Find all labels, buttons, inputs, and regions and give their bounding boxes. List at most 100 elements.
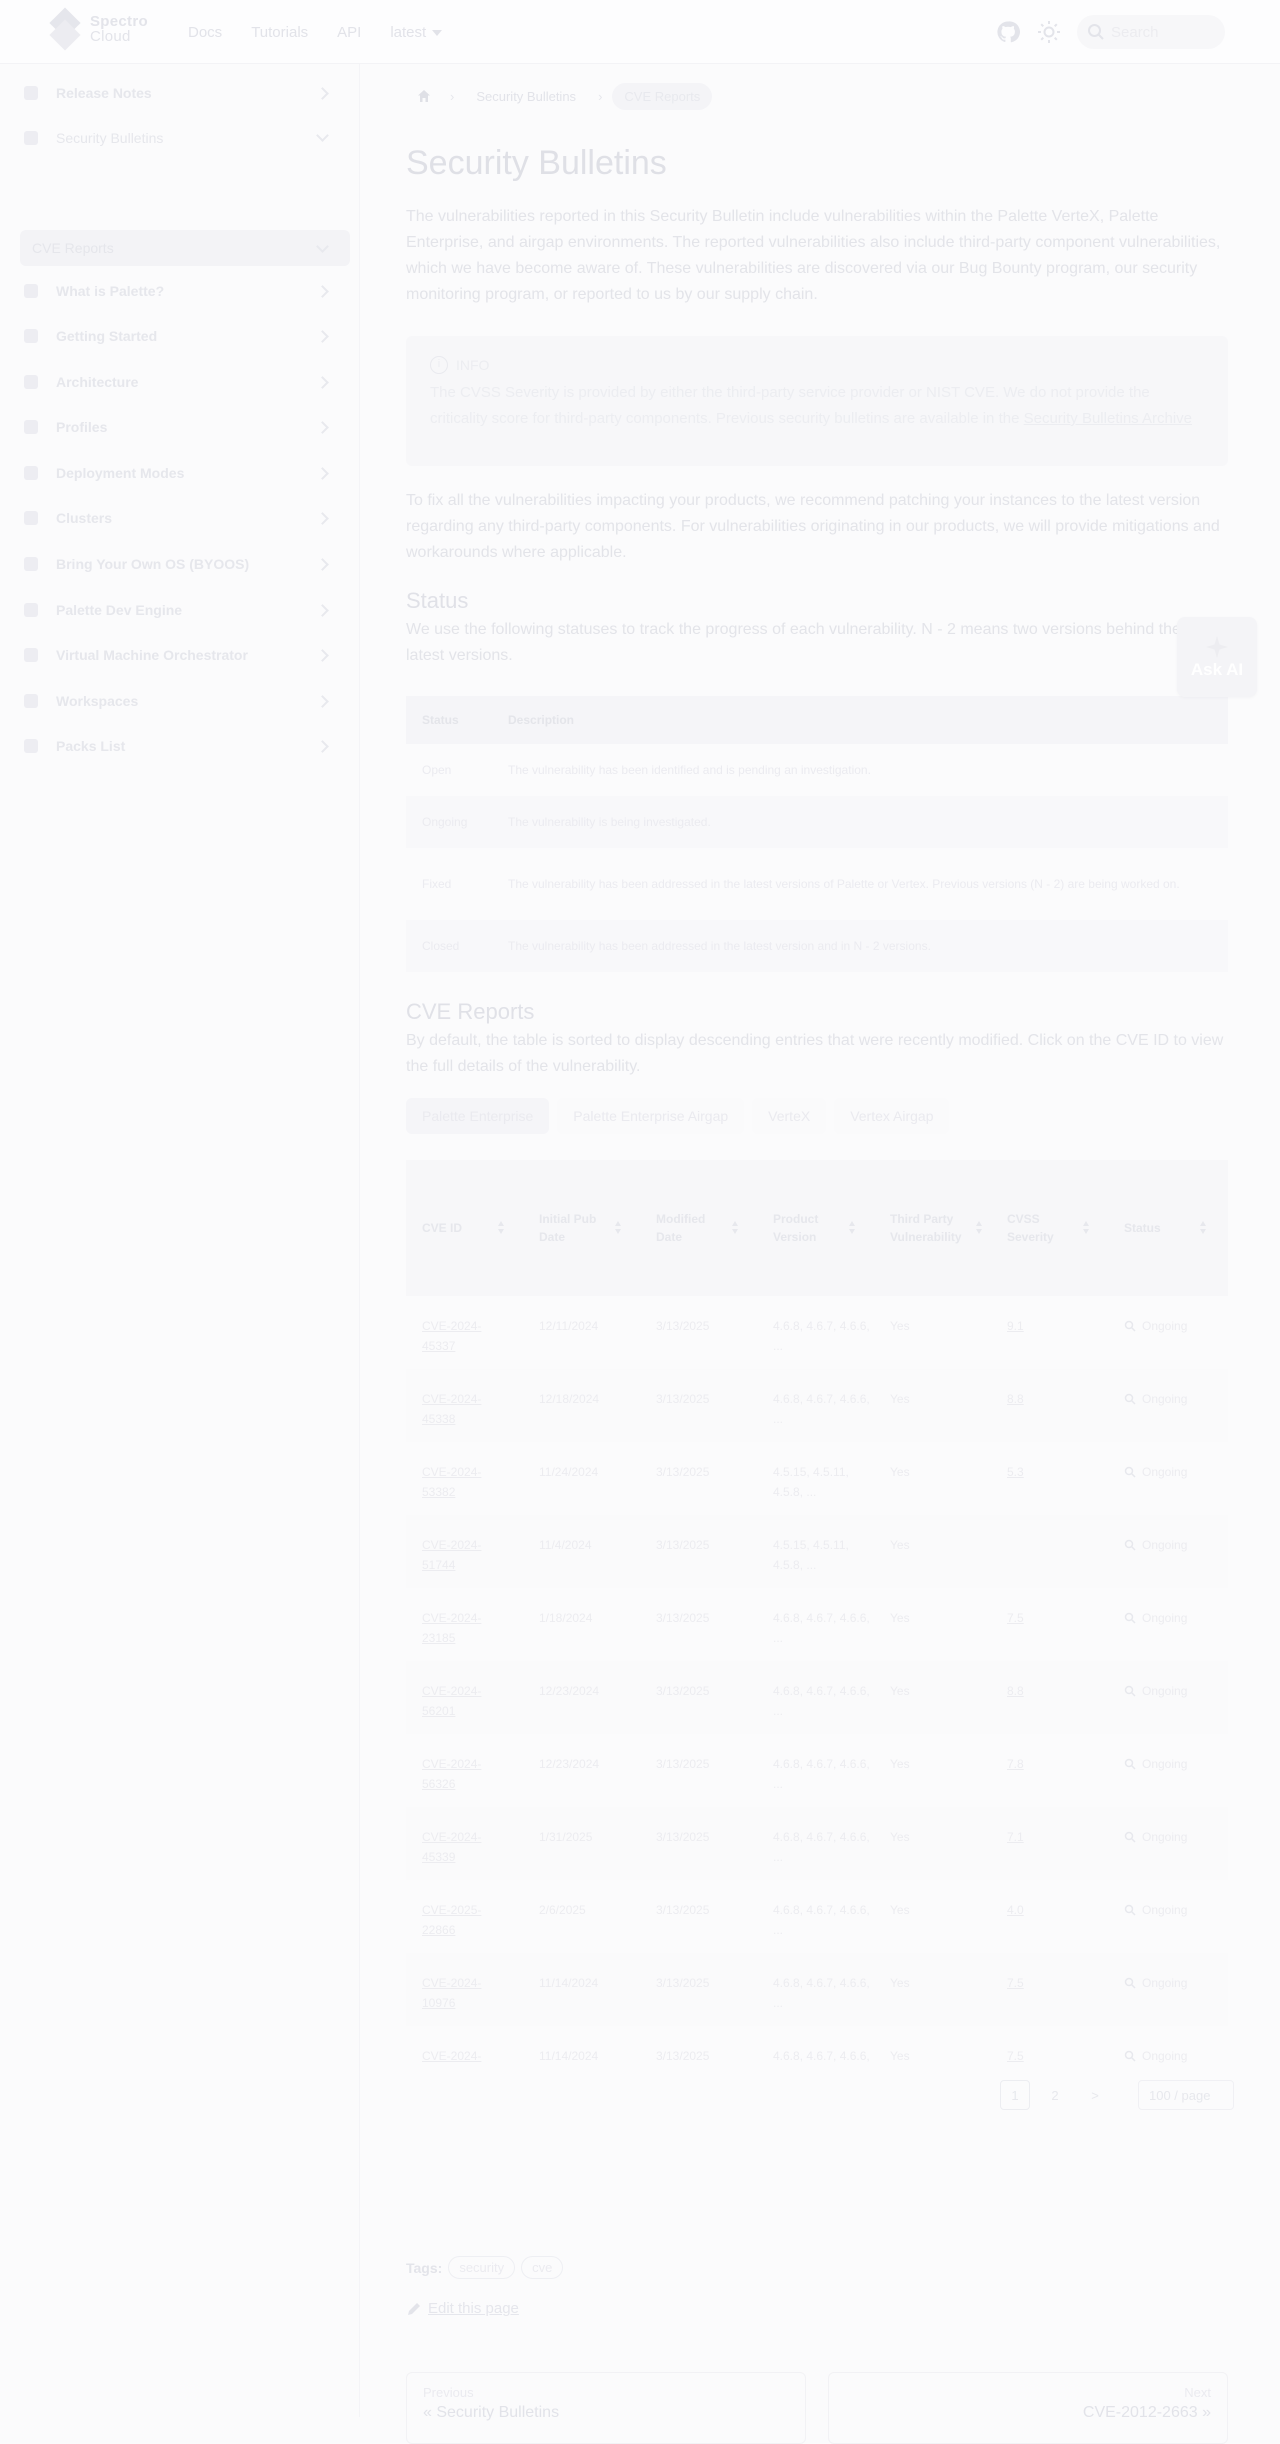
tag-cve[interactable]: cve <box>521 2256 564 2279</box>
sidebar-item-palette-dev-engine[interactable]: Palette Dev Engine <box>0 589 352 631</box>
sidebar-item-architecture[interactable]: Architecture <box>0 361 352 403</box>
header-status[interactable]: Status <box>1124 1160 1194 1296</box>
sidebar-item-label: Palette Dev Engine <box>56 602 183 618</box>
cvss-severity-cell[interactable]: 7.5 <box>1007 1608 1067 1628</box>
sidebar-item-what-is-palette[interactable]: What is Palette? <box>0 270 352 312</box>
modified-date-cell: 3/13/2025 <box>656 1684 710 1698</box>
header-product-version[interactable]: Product Version <box>773 1160 843 1296</box>
initial-pub-date-cell: 11/14/2024 <box>539 1976 599 1990</box>
next-page-button[interactable]: > <box>1080 2080 1110 2110</box>
status-table-header: Status Description <box>406 696 1228 744</box>
sidebar-item-clusters[interactable]: Clusters <box>0 497 352 539</box>
cve-id-cell[interactable]: CVE-2024-53382 <box>422 1462 492 1502</box>
cve-id-cell[interactable]: CVE-2024-51744 <box>422 1535 492 1575</box>
cvss-severity-cell[interactable]: 7.8 <box>1007 1754 1067 1774</box>
breadcrumb-security-bulletins[interactable]: Security Bulletins <box>464 83 588 110</box>
nav-api-link[interactable]: API <box>337 24 361 41</box>
security-bulletins-archive-link[interactable]: Security Bulletins Archive <box>1024 410 1192 427</box>
home-icon[interactable] <box>408 82 440 110</box>
product-version-cell: 4.5.15, 4.5.11, 4.5.8, ... <box>773 1538 849 1572</box>
cvss-severity-cell[interactable]: 4.0 <box>1007 1900 1067 1920</box>
header-cvss-severity[interactable]: CVSS Severity <box>1007 1160 1077 1296</box>
page-size-select[interactable]: 100 / page <box>1138 2080 1234 2110</box>
description-cell: The vulnerability has been addressed in … <box>508 939 931 953</box>
tag-security[interactable]: security <box>448 2256 516 2279</box>
sort-icon[interactable] <box>1200 1220 1206 1236</box>
cve-id-cell[interactable]: CVE-2024-45338 <box>422 1389 492 1429</box>
tab-vertex[interactable]: VerteX <box>752 1098 827 1134</box>
sort-icon[interactable] <box>849 1220 855 1236</box>
cvss-severity-cell[interactable]: 9.1 <box>1007 1316 1067 1336</box>
chevron-right-icon <box>316 648 329 662</box>
chevron-down-icon <box>432 29 443 36</box>
third-party-cell: Yes <box>890 1757 910 1771</box>
cve-id-cell[interactable]: CVE-2024-45339 <box>422 1827 492 1867</box>
table-row: CVE-2024-45339 1/31/2025 3/13/2025 4.6.8, 4… <box>406 1807 1228 1880</box>
version-dropdown[interactable]: latest <box>390 24 443 41</box>
sidebar-item-label: Packs List <box>56 738 126 754</box>
sort-icon[interactable] <box>615 1220 621 1236</box>
sidebar-item-profiles[interactable]: Profiles <box>0 406 352 448</box>
sidebar: Release Notes Security Bulletins CVE Rep… <box>0 64 360 2417</box>
cve-id-cell[interactable]: CVE-2024-56326 <box>422 1754 492 1794</box>
header-modified-date[interactable]: Modified Date <box>656 1160 726 1296</box>
cvss-severity-cell[interactable]: 7.5 <box>1007 2046 1067 2066</box>
tab-palette-enterprise-airgap[interactable]: Palette Enterprise Airgap <box>557 1098 745 1134</box>
cvss-severity-cell[interactable]: 7.5 <box>1007 1973 1067 1993</box>
cve-id-cell[interactable]: CVE-2024-23185 <box>422 1608 492 1648</box>
search-button[interactable]: Search <box>1077 15 1225 49</box>
sidebar-subitem-cve-reports[interactable]: CVE Reports <box>20 230 350 266</box>
sidebar-item-security-bulletins[interactable]: Security Bulletins <box>0 117 352 159</box>
sort-icon[interactable] <box>1083 1220 1089 1236</box>
sidebar-item-getting-started[interactable]: Getting Started <box>0 315 352 357</box>
sidebar-item-vmo[interactable]: Virtual Machine Orchestrator <box>0 634 352 676</box>
page-2-button[interactable]: 2 <box>1040 2080 1070 2110</box>
cve-id-cell[interactable]: CVE-2024-56201 <box>422 1681 492 1721</box>
sort-icon[interactable] <box>732 1220 738 1236</box>
cvss-severity-cell[interactable]: 7.1 <box>1007 1827 1067 1847</box>
header-third-party[interactable]: Third Party Vulnerability <box>890 1160 970 1296</box>
nav-tutorials-link[interactable]: Tutorials <box>251 24 308 41</box>
sort-icon[interactable] <box>976 1220 982 1236</box>
nav-docs-link[interactable]: Docs <box>188 24 222 41</box>
sidebar-item-deployment-modes[interactable]: Deployment Modes <box>0 452 352 494</box>
sidebar-item-byoos[interactable]: Bring Your Own OS (BYOOS) <box>0 543 352 585</box>
cve-id-cell[interactable]: CVE-2025-22866 <box>422 1900 492 1940</box>
table-row: CVE-2024-23185 1/18/2024 3/13/2025 4.6.8, 4… <box>406 1588 1228 1661</box>
ask-ai-button[interactable]: Ask AI <box>1177 617 1257 697</box>
cvss-severity-cell[interactable]: 8.8 <box>1007 1389 1067 1409</box>
tab-vertex-airgap[interactable]: Vertex Airgap <box>834 1098 950 1134</box>
next-label: Next <box>1184 2385 1211 2400</box>
table-row: CVE-2024-51744 11/4/2024 3/13/2025 4.5.15, … <box>406 1515 1228 1588</box>
header-initial-pub-date[interactable]: Initial Pub Date <box>539 1160 609 1296</box>
sidebar-item-packs-list[interactable]: Packs List <box>0 725 352 767</box>
magnifier-icon <box>1124 1393 1136 1405</box>
status-cell: Ongoing <box>1124 1827 1214 1847</box>
table-row: CVE-2024-10977 11/14/2024 3/13/2025 4.6.8, … <box>406 2026 1228 2068</box>
product-tabs: Palette Enterprise Palette Enterprise Ai… <box>406 1098 950 1134</box>
theme-toggle-icon[interactable] <box>1037 20 1061 44</box>
chevron-right-icon <box>316 739 329 753</box>
sort-icon[interactable] <box>498 1220 504 1236</box>
table-row: CVE-2024-56326 12/23/2024 3/13/2025 4.6.8, … <box>406 1734 1228 1807</box>
chevron-down-icon <box>316 240 329 253</box>
spectro-cloud-logo[interactable]: Spectro Cloud <box>46 7 148 51</box>
sidebar-item-release-notes[interactable]: Release Notes <box>0 72 352 114</box>
cve-id-cell[interactable]: CVE-2024-10977 <box>422 2046 492 2068</box>
sidebar-item-label: Release Notes <box>56 85 152 101</box>
table-row: Closed The vulnerability has been addres… <box>406 920 1228 972</box>
edit-this-page-link[interactable]: Edit this page <box>406 2300 519 2317</box>
cve-id-cell[interactable]: CVE-2024-45337 <box>422 1316 492 1356</box>
cvss-severity-cell[interactable]: 5.3 <box>1007 1462 1067 1482</box>
next-page-link[interactable]: Next CVE-2012-2663 » <box>828 2372 1228 2444</box>
tab-palette-enterprise[interactable]: Palette Enterprise <box>406 1098 550 1134</box>
initial-pub-date-cell: 12/23/2024 <box>539 1757 600 1771</box>
cvss-severity-cell[interactable]: 8.8 <box>1007 1681 1067 1701</box>
sidebar-item-workspaces[interactable]: Workspaces <box>0 680 352 722</box>
previous-page-link[interactable]: Previous « Security Bulletins <box>406 2372 806 2444</box>
github-icon[interactable] <box>996 20 1020 44</box>
chart-icon <box>24 557 38 571</box>
header-cve-id[interactable]: CVE ID <box>422 1160 492 1296</box>
cve-id-cell[interactable]: CVE-2024-10976 <box>422 1973 492 2013</box>
page-1-button[interactable]: 1 <box>1000 2080 1030 2110</box>
